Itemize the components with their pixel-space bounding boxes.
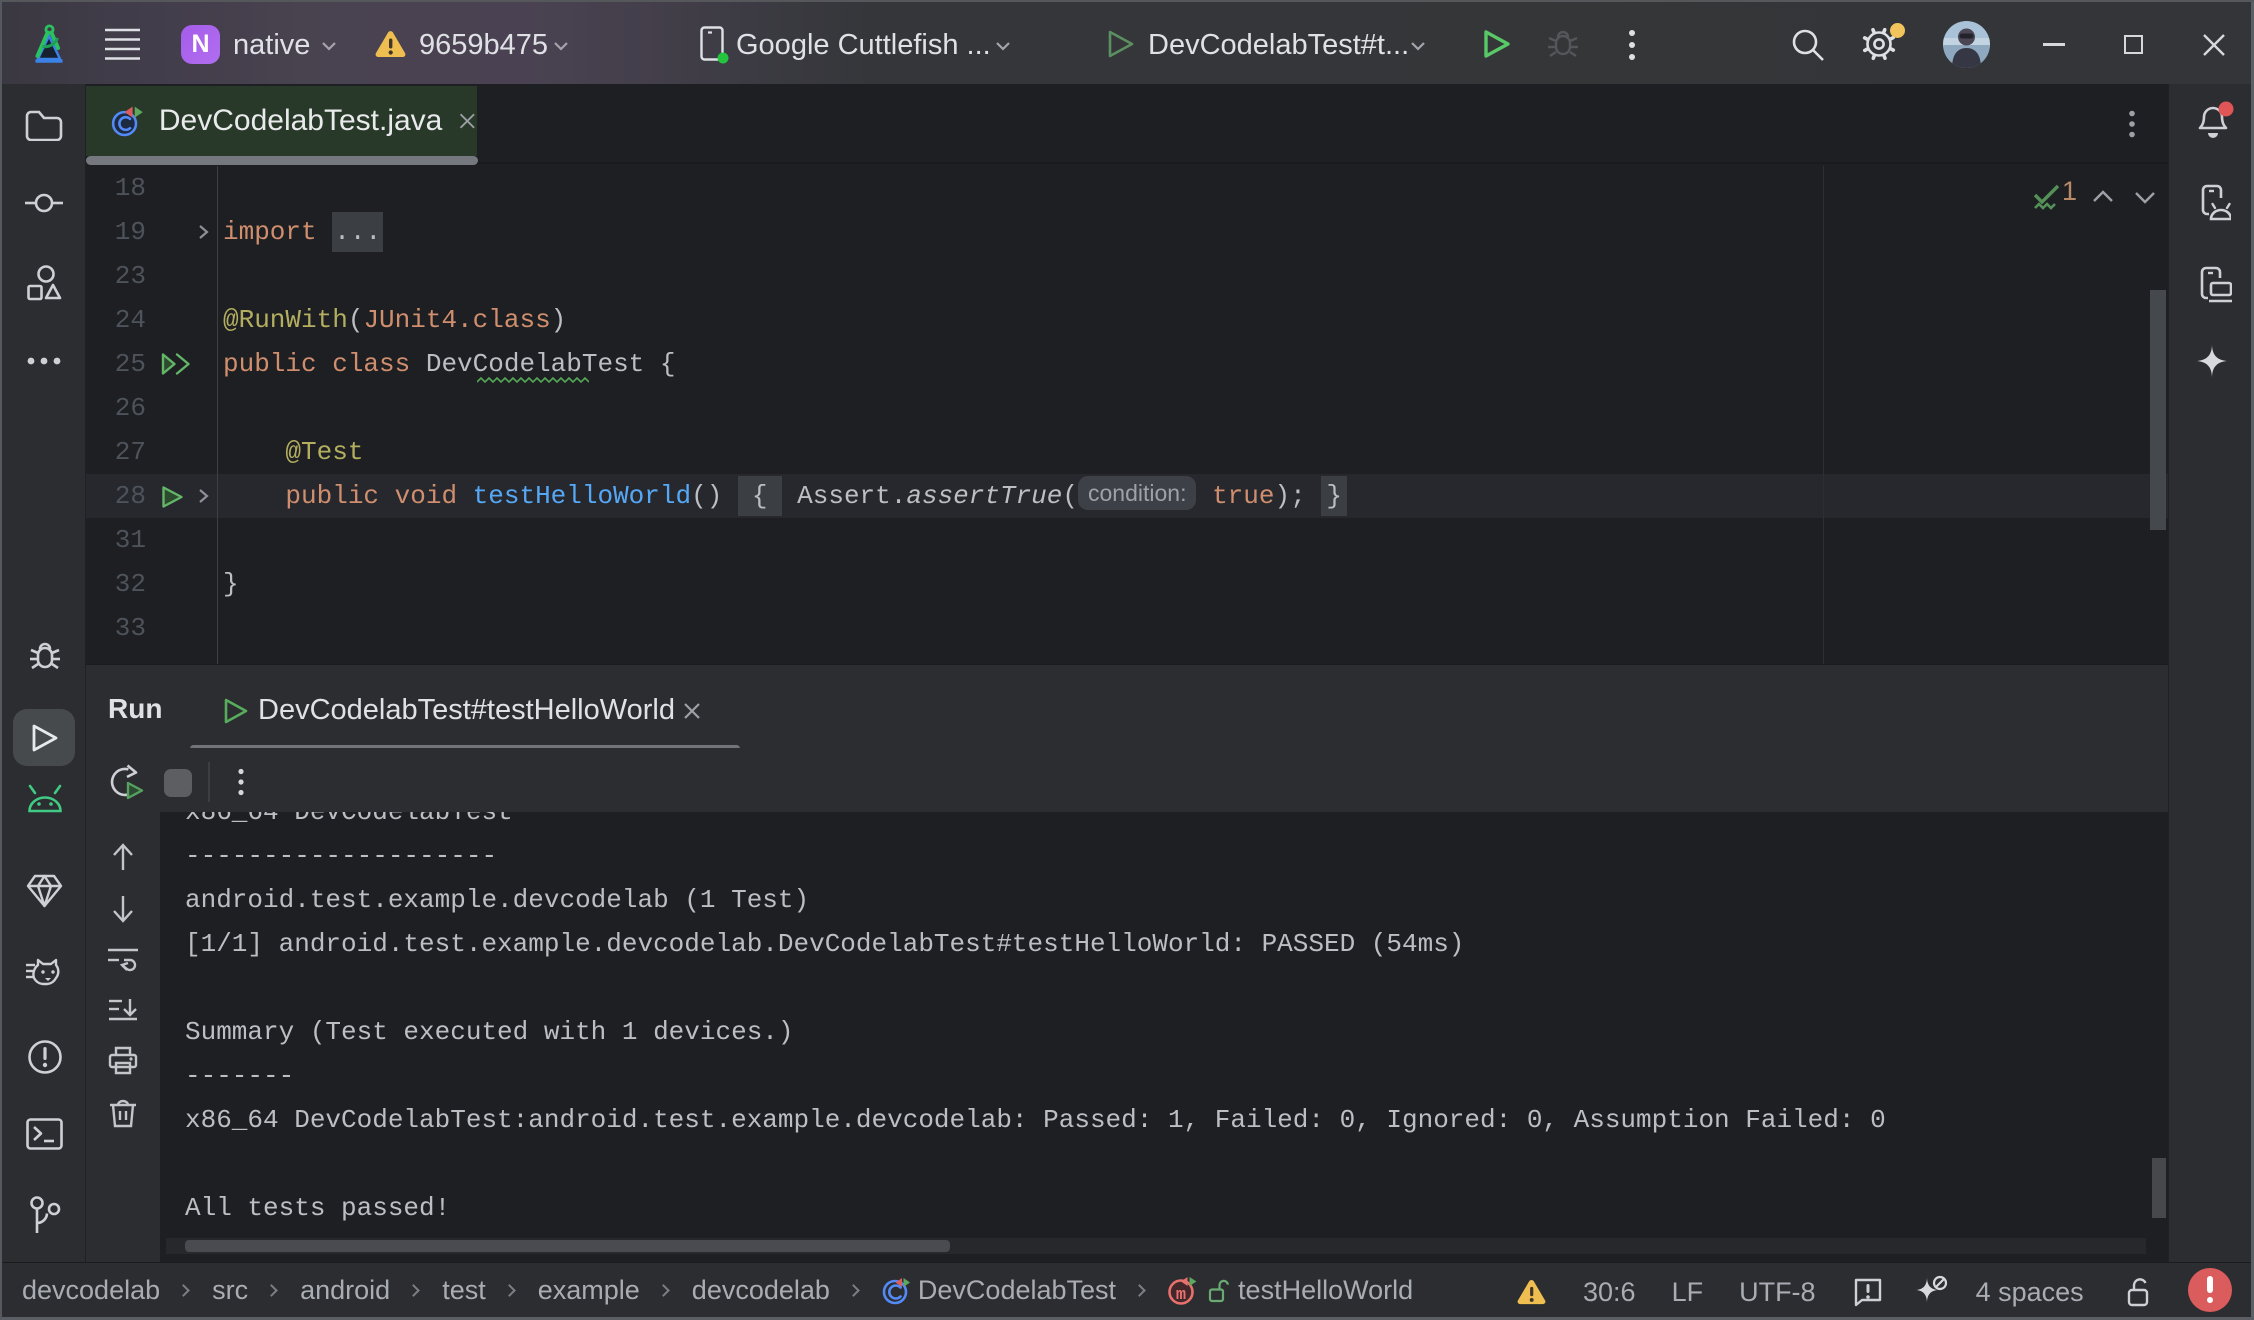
svg-text:m: m	[1176, 1286, 1186, 1305]
